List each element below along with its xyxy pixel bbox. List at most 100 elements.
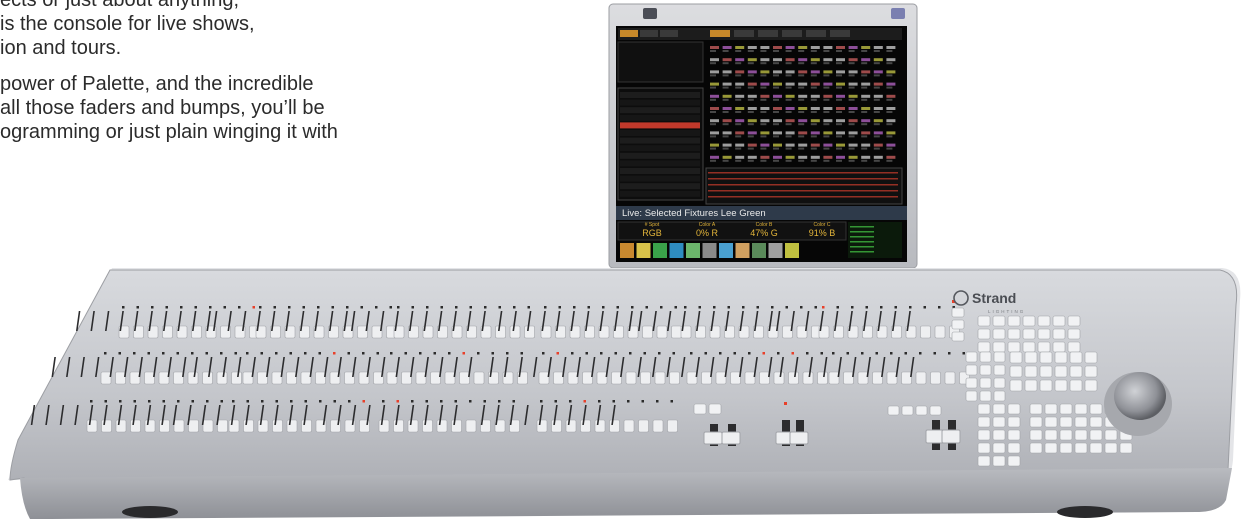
lcd-tab[interactable] <box>710 30 730 37</box>
fader-knob[interactable] <box>100 371 112 385</box>
fader-knob[interactable] <box>817 371 828 385</box>
soft-key[interactable] <box>979 390 992 402</box>
soft-key[interactable] <box>979 364 992 376</box>
fader-knob[interactable] <box>701 371 712 385</box>
go-key[interactable] <box>901 405 914 416</box>
soft-key[interactable] <box>993 390 1006 402</box>
keypad-key[interactable] <box>1059 429 1073 441</box>
lcd-cue-row[interactable] <box>620 99 700 106</box>
fader-knob[interactable] <box>187 371 199 385</box>
palette-key[interactable] <box>1054 351 1068 364</box>
fader-knob[interactable] <box>407 419 419 433</box>
function-key[interactable] <box>977 328 991 340</box>
lcd-cue-row[interactable] <box>620 175 700 182</box>
lcd-color-swatch[interactable] <box>719 243 733 258</box>
fader-knob[interactable] <box>130 419 141 433</box>
keypad-key[interactable] <box>1044 429 1058 441</box>
soft-key[interactable] <box>993 377 1006 389</box>
keypad-key[interactable] <box>1029 416 1043 428</box>
keypad-key[interactable] <box>1074 429 1088 441</box>
fader-knob[interactable] <box>217 419 228 433</box>
fader-knob[interactable] <box>473 371 485 385</box>
master-key[interactable] <box>708 403 722 415</box>
palette-key[interactable] <box>1039 365 1053 378</box>
keypad-key[interactable] <box>1104 429 1118 441</box>
fader-knob[interactable] <box>115 371 126 385</box>
command-key[interactable] <box>977 416 991 428</box>
fader-knob[interactable] <box>216 371 228 385</box>
lcd-tab[interactable] <box>620 30 638 37</box>
fader-knob[interactable] <box>536 419 548 433</box>
palette-key[interactable] <box>1009 379 1023 392</box>
command-key[interactable] <box>1007 442 1021 454</box>
command-key[interactable] <box>1007 416 1021 428</box>
fader-knob[interactable] <box>802 371 814 385</box>
lcd-color-swatch[interactable] <box>620 243 634 258</box>
palette-key[interactable] <box>1069 365 1083 378</box>
function-key[interactable] <box>1067 328 1081 340</box>
fader-knob[interactable] <box>609 419 620 433</box>
lcd-color-swatch[interactable] <box>702 243 717 258</box>
keypad-key[interactable] <box>1059 442 1073 454</box>
command-key[interactable] <box>992 403 1006 415</box>
fader-knob[interactable] <box>553 371 564 385</box>
palette-key[interactable] <box>1024 365 1038 378</box>
fader-knob[interactable] <box>930 371 941 385</box>
fader-knob[interactable] <box>188 419 199 433</box>
soft-key[interactable] <box>993 364 1006 376</box>
fader-knob[interactable] <box>596 371 608 385</box>
function-key[interactable] <box>1022 315 1036 327</box>
fader-knob[interactable] <box>759 371 770 385</box>
fader-knob[interactable] <box>934 325 946 339</box>
soft-key[interactable] <box>965 377 978 389</box>
fader-knob[interactable] <box>638 419 649 433</box>
fader-knob[interactable] <box>459 371 470 385</box>
fader-knob[interactable] <box>436 419 448 433</box>
function-key[interactable] <box>1067 341 1081 353</box>
fader-knob[interactable] <box>386 371 398 385</box>
fader-knob[interactable] <box>920 325 931 339</box>
fader-knob[interactable] <box>101 419 112 433</box>
fader-knob[interactable] <box>286 371 297 385</box>
soft-key[interactable] <box>993 351 1006 363</box>
keypad-key[interactable] <box>1074 442 1088 454</box>
lcd-cue-row[interactable] <box>620 183 700 190</box>
keypad-key[interactable] <box>1059 403 1073 415</box>
fader-knob[interactable] <box>594 419 606 433</box>
command-key[interactable] <box>1007 403 1021 415</box>
go-key[interactable] <box>887 405 900 416</box>
fader-knob[interactable] <box>730 371 741 385</box>
fader-knob[interactable] <box>465 419 477 433</box>
side-key[interactable] <box>951 331 965 342</box>
function-key[interactable] <box>992 341 1006 353</box>
fader-knob[interactable] <box>623 419 635 433</box>
keypad-key[interactable] <box>1029 403 1043 415</box>
lcd-color-swatch[interactable] <box>653 243 667 258</box>
master-fader-knob[interactable] <box>721 431 741 445</box>
palette-key[interactable] <box>1024 379 1038 392</box>
fader-knob[interactable] <box>509 325 521 339</box>
lcd-cue-row[interactable] <box>620 92 700 98</box>
fader-knob[interactable] <box>580 419 591 433</box>
lcd-cue-row[interactable] <box>620 160 700 167</box>
fader-knob[interactable] <box>286 419 298 433</box>
function-key[interactable] <box>1052 315 1066 327</box>
function-key[interactable] <box>1037 328 1051 340</box>
fader-knob[interactable] <box>495 325 506 339</box>
lcd-tab[interactable] <box>806 30 826 37</box>
fader-knob[interactable] <box>301 419 312 433</box>
keypad-key[interactable] <box>1029 429 1043 441</box>
fader-knob[interactable] <box>744 371 756 385</box>
command-key[interactable] <box>1007 429 1021 441</box>
lcd-color-swatch[interactable] <box>669 243 684 258</box>
crossfade-knob[interactable] <box>941 429 961 444</box>
lcd-tab[interactable] <box>758 30 778 37</box>
fader-knob[interactable] <box>524 325 535 339</box>
command-key[interactable] <box>977 442 991 454</box>
lcd-cue-row[interactable] <box>620 107 700 114</box>
master-fader-knob[interactable] <box>703 431 723 445</box>
fader-knob[interactable] <box>667 419 678 433</box>
fader-knob[interactable] <box>300 371 312 385</box>
keypad-key[interactable] <box>1029 442 1043 454</box>
go-key[interactable] <box>929 405 942 416</box>
